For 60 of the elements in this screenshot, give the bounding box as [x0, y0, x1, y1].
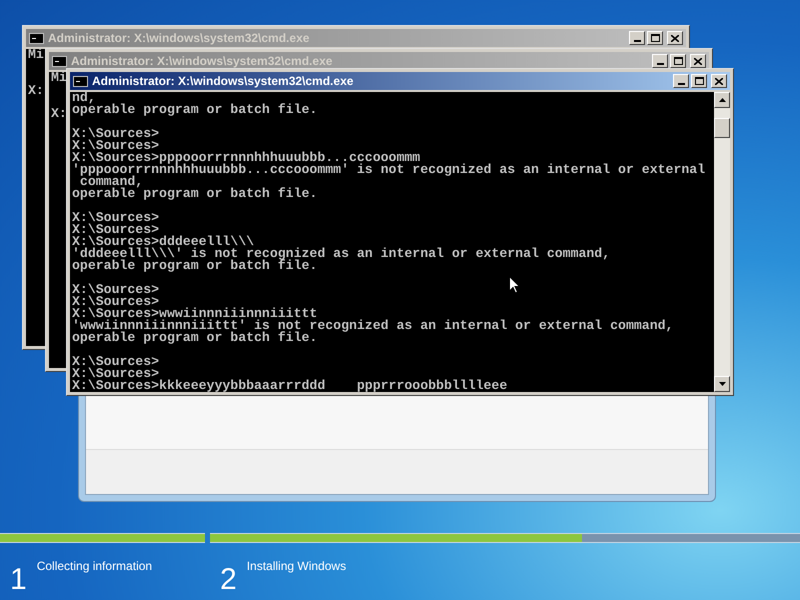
step-number: 1	[10, 565, 27, 595]
close-button[interactable]	[667, 31, 683, 45]
console-line: X:	[28, 85, 44, 97]
console-line: X:	[51, 108, 67, 120]
console-line: X:\Sources>	[72, 212, 160, 224]
step-label: Collecting information	[36, 558, 152, 575]
console-line: nd,	[72, 92, 96, 104]
minimize-icon	[634, 40, 640, 42]
step-label: Installing Windows	[246, 558, 346, 575]
console-line: 'pppooorrrnnnhhhuuubbb...cccooommm' is not recognized as an internal or external	[72, 164, 706, 176]
scrollbar[interactable]	[714, 92, 730, 392]
console-icon	[73, 76, 88, 86]
maximize-button[interactable]	[691, 74, 707, 88]
step-number: 2	[220, 565, 237, 595]
console-line: operable program or batch file.	[72, 332, 318, 344]
console-line: X:\Sources>	[72, 128, 160, 140]
window-title: Administrator: X:\windows\system32\cmd.exe	[48, 30, 310, 47]
console-line: X:\Sources>	[72, 368, 160, 380]
close-icon	[715, 78, 723, 84]
console-line: X:\Sources>pppooorrrnnnhhhuuubbb...cccooommm	[72, 152, 420, 164]
console-icon	[29, 32, 44, 44]
close-button[interactable]	[711, 74, 727, 88]
maximize-button[interactable]	[670, 54, 686, 68]
console-line: operable program or batch file.	[72, 188, 318, 200]
maximize-icon	[650, 34, 660, 42]
console-line: X:\Sources>wwwiinnniiinnniiittt	[72, 308, 318, 320]
console-line: 'wwwiinnniiinnniiittt' is not recognized as an internal or external command,	[72, 320, 674, 332]
scroll-up-button[interactable]	[714, 92, 730, 108]
mouse-pointer-icon	[509, 276, 520, 294]
minimize-icon	[656, 63, 664, 65]
window-title: Administrator: X:\windows\system32\cmd.exe	[71, 53, 332, 70]
console-line: X:\Sources>	[72, 284, 160, 296]
window-title: Administrator: X:\windows\system32\cmd.exe	[92, 73, 354, 90]
console-line: X:\Sources>kkkeeeyyybbbaaarrrddd ppprrrooobbblllleee	[72, 380, 508, 392]
console-line: X:\Sources>dddeeelll\\\	[72, 236, 254, 248]
console-line: X:\Sources>	[72, 140, 160, 152]
scroll-thumb[interactable]	[714, 118, 730, 138]
maximize-button[interactable]	[647, 31, 663, 45]
maximize-icon	[694, 77, 704, 85]
console-line: operable program or batch file.	[72, 104, 318, 116]
close-button[interactable]	[690, 54, 706, 68]
console-line: 'dddeeelll\\\' is not recognized as an internal or external command,	[72, 248, 610, 260]
console-line: command,	[80, 176, 144, 188]
up-arrow-icon	[718, 98, 726, 102]
minimize-button[interactable]	[629, 31, 645, 45]
console-line: X:\Sources>	[72, 356, 160, 368]
close-icon	[671, 34, 679, 42]
minimize-icon	[678, 83, 684, 85]
down-arrow-icon	[718, 382, 726, 386]
console-line: X:\Sources>	[72, 296, 160, 308]
console-line: X:\Sources>	[72, 224, 160, 236]
close-icon	[694, 58, 702, 64]
minimize-button[interactable]	[652, 54, 668, 68]
console-line: Mi	[28, 49, 44, 61]
maximize-icon	[674, 57, 682, 65]
console-line: operable program or batch file.	[72, 260, 318, 272]
minimize-button[interactable]	[673, 74, 689, 88]
scroll-down-button[interactable]	[714, 376, 730, 392]
console-icon	[52, 56, 67, 66]
console-line: Mi	[51, 72, 67, 84]
